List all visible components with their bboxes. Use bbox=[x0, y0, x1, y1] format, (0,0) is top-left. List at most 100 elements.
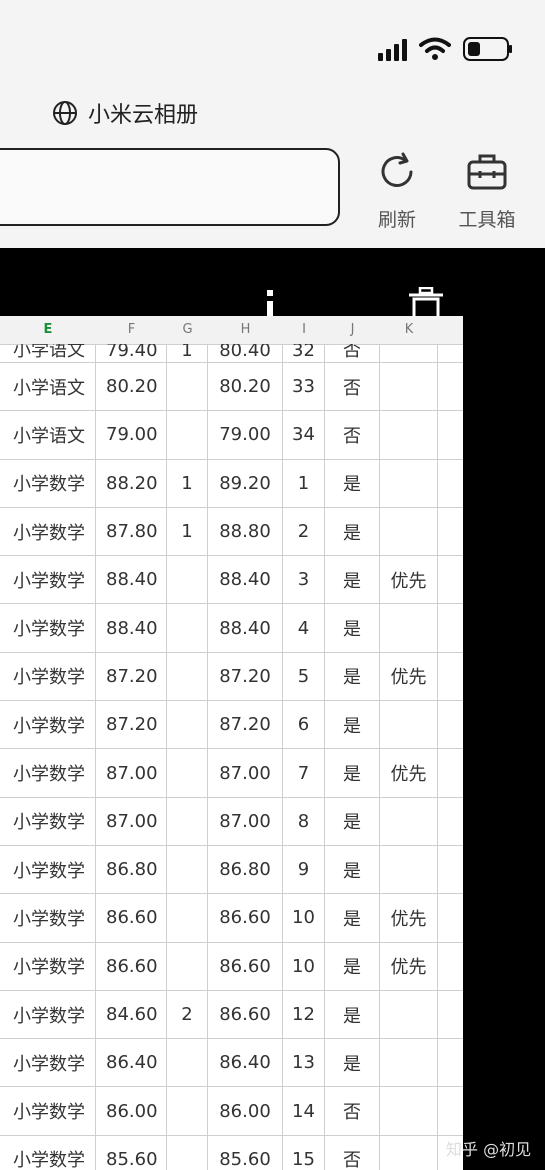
cell-i: 13 bbox=[283, 1039, 325, 1087]
cell-f: 84.60 bbox=[96, 990, 167, 1039]
cell-h: 87.00 bbox=[208, 749, 283, 797]
cell-e: 小学数学 bbox=[0, 749, 96, 797]
cell-i: 4 bbox=[283, 604, 325, 652]
cell-h: 86.40 bbox=[208, 1039, 283, 1087]
table-row: 小学数学 87.20 87.20 5 是优先 bbox=[0, 652, 463, 702]
cell-h: 88.40 bbox=[208, 604, 283, 652]
cell-h: 79.00 bbox=[208, 411, 283, 459]
cell-e: 小学数学 bbox=[0, 797, 96, 845]
cell-k: 优先 bbox=[380, 942, 438, 990]
cell-e: 小学数学 bbox=[0, 990, 96, 1039]
cell-j: 否 bbox=[325, 1087, 380, 1135]
address-bar[interactable] bbox=[0, 148, 340, 226]
cell-k: 优先 bbox=[380, 894, 438, 942]
cell-h: 87.20 bbox=[208, 701, 283, 749]
cell-i: 12 bbox=[283, 990, 325, 1039]
column-header: K bbox=[404, 322, 414, 337]
table-row: 小学数学 87.20 87.20 6 是 bbox=[0, 701, 463, 750]
table-row: 小学数学 85.60 85.60 15 否 bbox=[0, 1135, 463, 1170]
cell-h: 86.00 bbox=[208, 1087, 283, 1135]
cell-g bbox=[167, 411, 208, 459]
toolbox-icon bbox=[467, 154, 507, 190]
cell-g bbox=[167, 845, 208, 894]
cell-e: 小学数学 bbox=[0, 1135, 96, 1170]
refresh-icon bbox=[381, 152, 413, 187]
cell-e: 小学数学 bbox=[0, 507, 96, 556]
cell-j: 是 bbox=[325, 990, 380, 1039]
cell-i: 5 bbox=[283, 652, 325, 701]
table-row: 小学数学 86.80 86.80 9 是 bbox=[0, 845, 463, 895]
cell-h: 87.20 bbox=[208, 652, 283, 701]
cell-f: 86.60 bbox=[96, 894, 167, 942]
cell-j: 是 bbox=[325, 942, 380, 990]
cell-g bbox=[167, 701, 208, 749]
cell-h: 86.60 bbox=[208, 942, 283, 990]
cell-i: 15 bbox=[283, 1135, 325, 1170]
table-row: 小学数学 84.60 2 86.60 12 是 bbox=[0, 990, 463, 1040]
table-row: 小学数学 87.00 87.00 7 是优先 bbox=[0, 749, 463, 798]
cell-h: 89.20 bbox=[208, 459, 283, 507]
cell-j: 是 bbox=[325, 701, 380, 749]
cell-e: 小学数学 bbox=[0, 845, 96, 894]
cell-j: 是 bbox=[325, 652, 380, 701]
cell-e: 小学数学 bbox=[0, 894, 96, 942]
cell-j: 否 bbox=[325, 1135, 380, 1170]
cell-i: 33 bbox=[283, 363, 325, 411]
table-row: 小学数学 88.40 88.40 4 是 bbox=[0, 604, 463, 653]
cell-h: 87.00 bbox=[208, 797, 283, 845]
column-header: H bbox=[240, 322, 251, 337]
cell-k bbox=[380, 845, 438, 894]
globe-icon bbox=[53, 101, 77, 125]
cell-i: 10 bbox=[283, 894, 325, 942]
cell-f: 86.00 bbox=[96, 1087, 167, 1135]
column-header: E bbox=[43, 322, 53, 337]
table-row: 小学数学 86.60 86.60 10 是优先 bbox=[0, 894, 463, 943]
column-header: I bbox=[302, 322, 306, 337]
cell-j: 是 bbox=[325, 797, 380, 845]
cell-g bbox=[167, 1087, 208, 1135]
cell-e: 小学数学 bbox=[0, 652, 96, 701]
cell-f: 87.00 bbox=[96, 797, 167, 845]
cell-g: 1 bbox=[167, 459, 208, 507]
cell-f: 86.60 bbox=[96, 942, 167, 990]
cell-k: 优先 bbox=[380, 749, 438, 797]
cell-k bbox=[380, 459, 438, 507]
cell-k bbox=[380, 1135, 438, 1170]
cell-i: 7 bbox=[283, 749, 325, 797]
cell-k bbox=[380, 1087, 438, 1135]
cell-k bbox=[380, 411, 438, 459]
cell-f: 87.20 bbox=[96, 701, 167, 749]
page-title-row: 小米云相册 bbox=[52, 97, 198, 129]
cell-f: 86.40 bbox=[96, 1039, 167, 1087]
cell-f: 87.20 bbox=[96, 652, 167, 701]
cell-g bbox=[167, 797, 208, 845]
table-body: 小学语文 79.40 1 80.40 32 否小学语文 80.20 80.20 33 否小学语文 7… bbox=[0, 344, 463, 1170]
cell-j: 是 bbox=[325, 894, 380, 942]
cell-e: 小学数学 bbox=[0, 942, 96, 990]
table-row: 小学语文 79.00 79.00 34 否 bbox=[0, 411, 463, 460]
cell-i: 9 bbox=[283, 845, 325, 894]
spreadsheet-photo: E F G H I J K 小学语文 79.40 1 80.40 32 否小学语文 80.2… bbox=[0, 316, 463, 1170]
cell-f: 88.40 bbox=[96, 556, 167, 604]
cell-g bbox=[167, 894, 208, 942]
cell-e: 小学数学 bbox=[0, 604, 96, 652]
table-row: 小学语文 79.40 1 80.40 32 否 bbox=[0, 344, 463, 363]
refresh-button[interactable]: 刷新 bbox=[362, 150, 432, 232]
table-row: 小学数学 88.20 1 89.20 1 是 bbox=[0, 459, 463, 508]
cell-j: 否 bbox=[325, 411, 380, 459]
cell-f: 88.20 bbox=[96, 459, 167, 507]
cell-i: 8 bbox=[283, 797, 325, 845]
cell-k bbox=[380, 363, 438, 411]
watermark: 知乎 @初见 bbox=[446, 1140, 532, 1159]
cell-i: 34 bbox=[283, 411, 325, 459]
cell-j: 是 bbox=[325, 1039, 380, 1087]
cell-g: 2 bbox=[167, 990, 208, 1039]
cell-g bbox=[167, 363, 208, 411]
cell-e: 小学数学 bbox=[0, 556, 96, 604]
cell-h: 86.60 bbox=[208, 894, 283, 942]
cell-h: 88.80 bbox=[208, 507, 283, 556]
toolbox-button[interactable]: 工具箱 bbox=[452, 150, 522, 232]
cell-k bbox=[380, 797, 438, 845]
cell-i: 32 bbox=[283, 344, 325, 362]
cell-k bbox=[380, 344, 438, 362]
